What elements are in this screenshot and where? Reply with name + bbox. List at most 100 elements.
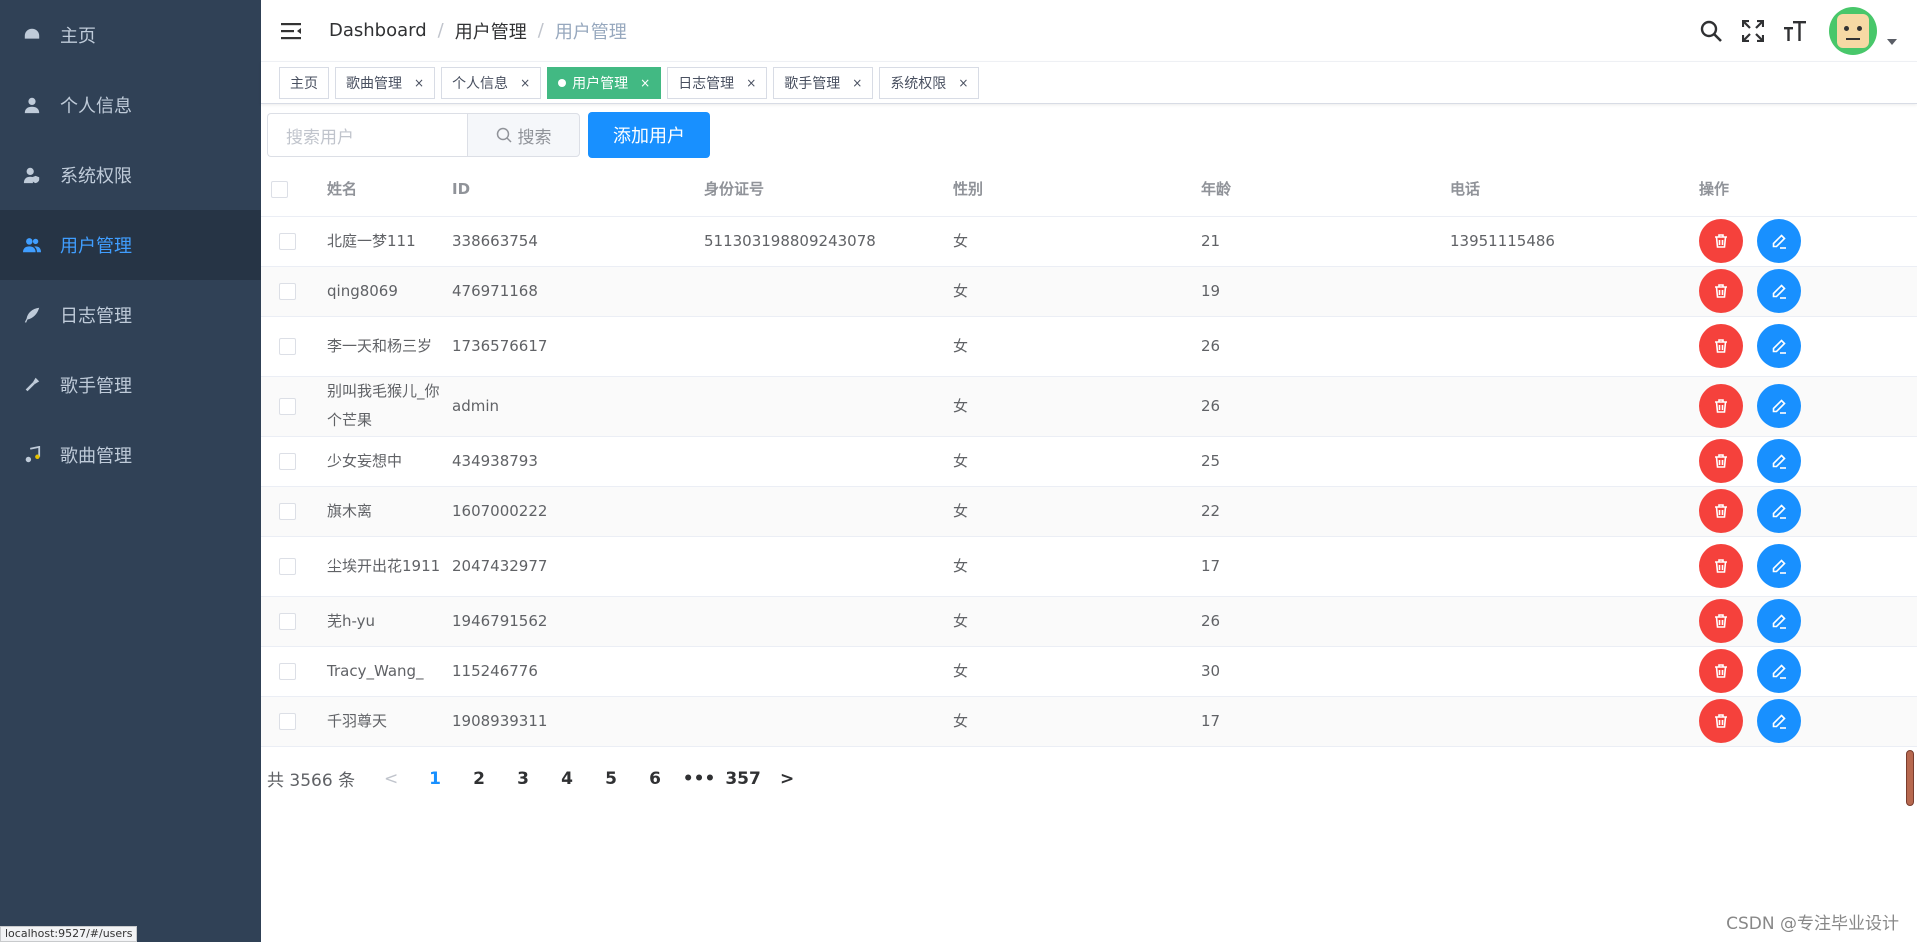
close-icon[interactable]: ×: [852, 76, 862, 90]
cell-actions: [1689, 266, 1917, 317]
status-bar-url: localhost:9527/#/users: [0, 926, 138, 942]
add-user-button[interactable]: 添加用户: [588, 112, 710, 158]
delete-button[interactable]: [1699, 269, 1743, 313]
page-number[interactable]: 6: [633, 769, 677, 789]
cell-actions: [1689, 696, 1917, 747]
cell-idcard: [694, 646, 943, 697]
edit-button[interactable]: [1757, 599, 1801, 643]
cell-id: 1908939311: [442, 696, 694, 747]
delete-button[interactable]: [1699, 599, 1743, 643]
close-icon[interactable]: ×: [958, 76, 968, 90]
page-number[interactable]: 4: [545, 769, 589, 789]
actions-group: [1699, 489, 1917, 533]
delete-button[interactable]: [1699, 324, 1743, 368]
caret-down-icon[interactable]: [1887, 39, 1897, 45]
scrollbar-thumb[interactable]: [1906, 750, 1914, 806]
row-checkbox[interactable]: [279, 557, 296, 575]
edit-button[interactable]: [1757, 269, 1801, 313]
delete-button[interactable]: [1699, 439, 1743, 483]
edit-button[interactable]: [1757, 489, 1801, 533]
close-icon[interactable]: ×: [746, 76, 756, 90]
checkbox: [261, 436, 317, 487]
fullscreen-icon[interactable]: [1739, 17, 1767, 45]
edit-icon: [1771, 398, 1787, 414]
cell-idcard: [694, 266, 943, 317]
cell-age: 22: [1191, 486, 1440, 537]
cell-gender: 女: [943, 486, 1191, 537]
search-input[interactable]: 搜索用户: [267, 113, 467, 157]
edit-button[interactable]: [1757, 544, 1801, 588]
tag-6[interactable]: 系统权限 ×: [879, 66, 980, 99]
delete-button[interactable]: [1699, 219, 1743, 263]
hamburger-icon[interactable]: [279, 18, 305, 44]
edit-button[interactable]: [1757, 324, 1801, 368]
delete-button[interactable]: [1699, 384, 1743, 428]
sidebar-item-5[interactable]: 歌手管理: [0, 350, 261, 420]
avatar[interactable]: [1829, 7, 1877, 55]
row-checkbox[interactable]: [279, 502, 296, 520]
sidebar-item-1[interactable]: 个人信息: [0, 70, 261, 140]
close-icon[interactable]: ×: [414, 76, 424, 90]
close-icon[interactable]: ×: [520, 76, 530, 90]
sidebar-item-2[interactable]: 系统权限: [0, 140, 261, 210]
breadcrumb-item-user-mgmt[interactable]: 用户管理: [455, 18, 527, 44]
cell-actions: [1689, 486, 1917, 537]
row-checkbox[interactable]: [279, 612, 296, 630]
sidebar-item-0[interactable]: 主页: [0, 0, 261, 70]
tag-3[interactable]: 用户管理 ×: [547, 66, 662, 99]
tag-0[interactable]: 主页: [279, 66, 329, 99]
sidebar-item-3[interactable]: 用户管理: [0, 210, 261, 280]
breadcrumb-item-dashboard[interactable]: Dashboard: [329, 20, 427, 41]
trash-icon: [1713, 558, 1729, 574]
edit-button[interactable]: [1757, 649, 1801, 693]
tag-2[interactable]: 个人信息 ×: [441, 66, 542, 99]
edit-button[interactable]: [1757, 699, 1801, 743]
page-number[interactable]: 2: [457, 769, 501, 789]
tag-1[interactable]: 歌曲管理 ×: [335, 66, 436, 99]
row-checkbox[interactable]: [279, 397, 296, 415]
tag-4[interactable]: 日志管理 ×: [667, 66, 768, 99]
avatar-face-icon: [1837, 14, 1869, 48]
delete-button[interactable]: [1699, 699, 1743, 743]
edit-icon: [1771, 613, 1787, 629]
row-checkbox[interactable]: [279, 712, 296, 730]
tag-5[interactable]: 歌手管理 ×: [773, 66, 874, 99]
sidebar-item-6[interactable]: 歌曲管理: [0, 420, 261, 490]
edit-button[interactable]: [1757, 439, 1801, 483]
row-checkbox[interactable]: [279, 232, 296, 250]
edit-button[interactable]: [1757, 384, 1801, 428]
actions-group: [1699, 439, 1917, 483]
row-checkbox[interactable]: [279, 662, 296, 680]
page-number[interactable]: 1: [413, 769, 457, 789]
close-icon[interactable]: ×: [640, 76, 650, 90]
column-header-phone: 电话: [1440, 162, 1689, 217]
search-button[interactable]: 搜索: [467, 113, 580, 157]
search-icon[interactable]: [1697, 17, 1725, 45]
page-number[interactable]: 5: [589, 769, 633, 789]
page-ellipsis[interactable]: •••: [677, 769, 721, 789]
select-all-checkbox[interactable]: [271, 180, 288, 198]
prev-page-button[interactable]: <: [369, 769, 413, 789]
row-checkbox[interactable]: [279, 452, 296, 470]
search-button-label: 搜索: [517, 127, 552, 148]
delete-button[interactable]: [1699, 489, 1743, 533]
tags-view: 主页 歌曲管理 × 个人信息 × 用户管理 × 日志管理 × 歌手管理 × 系统权限 ×: [261, 62, 1917, 104]
breadcrumb: Dashboard / 用户管理 / 用户管理: [329, 18, 627, 44]
checkbox: [261, 376, 317, 437]
sidebar-item-4[interactable]: 日志管理: [0, 280, 261, 350]
table-row: 别叫我毛猴儿_你个芒果 admin 女 26: [261, 376, 1917, 437]
trash-icon: [1713, 503, 1729, 519]
font-size-icon[interactable]: [1781, 17, 1809, 45]
user-icon: [22, 95, 42, 115]
row-checkbox[interactable]: [279, 337, 296, 355]
sidebar-item-label: 歌手管理: [60, 376, 132, 397]
delete-button[interactable]: [1699, 544, 1743, 588]
edit-icon: [1771, 233, 1787, 249]
page-number[interactable]: 357: [721, 769, 765, 789]
page-number[interactable]: 3: [501, 769, 545, 789]
next-page-button[interactable]: >: [765, 769, 809, 789]
edit-button[interactable]: [1757, 219, 1801, 263]
delete-button[interactable]: [1699, 649, 1743, 693]
row-checkbox[interactable]: [279, 282, 296, 300]
trash-icon: [1713, 713, 1729, 729]
